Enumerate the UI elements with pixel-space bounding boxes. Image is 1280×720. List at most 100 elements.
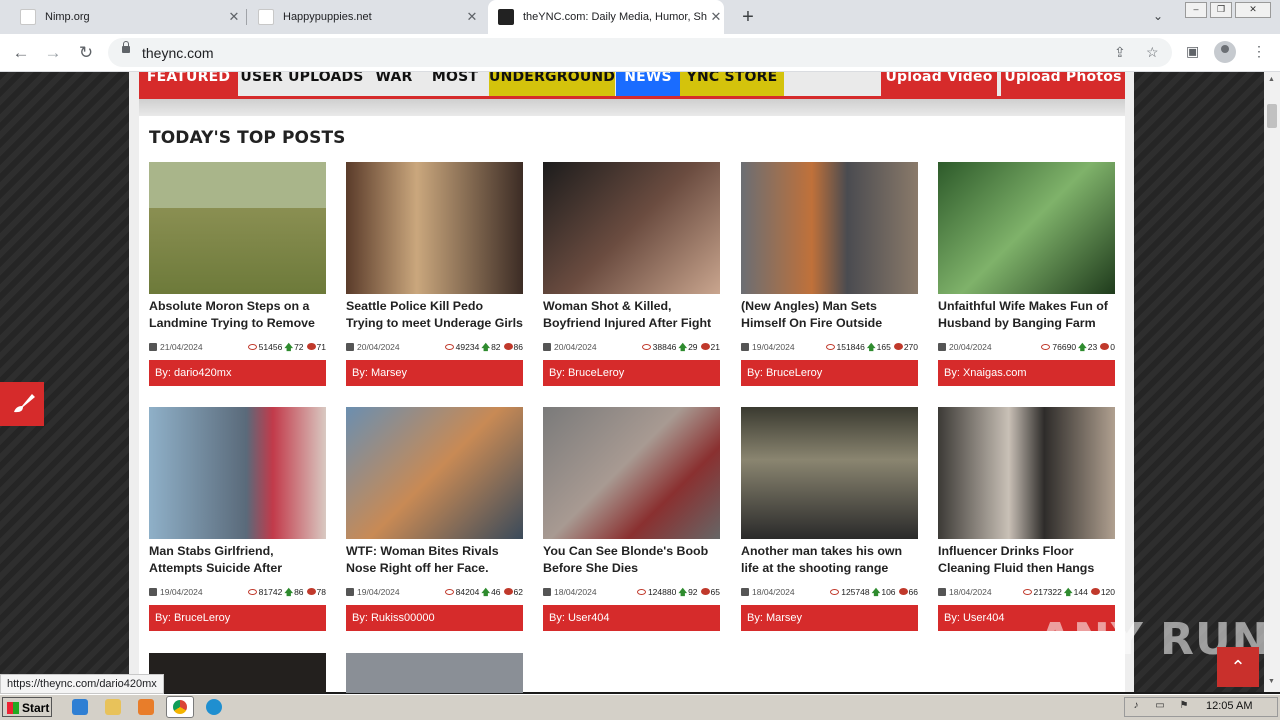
close-tab-icon[interactable]: ✕ bbox=[464, 9, 480, 25]
close-tab-icon[interactable]: ✕ bbox=[226, 9, 242, 25]
post-author[interactable]: dario420mx bbox=[174, 367, 231, 379]
nav-war[interactable]: WAR bbox=[366, 72, 422, 96]
post-thumbnail[interactable] bbox=[149, 162, 326, 294]
post-title[interactable]: Unfaithful Wife Makes Fun of Husband by … bbox=[938, 298, 1115, 334]
post-title[interactable]: You Can See Blonde's Boob Before She Die… bbox=[543, 543, 720, 579]
post-author[interactable]: User404 bbox=[963, 612, 1005, 624]
minimize-icon[interactable]: ‒ bbox=[1185, 2, 1207, 18]
post-author-bar[interactable]: By: BruceLeroy bbox=[741, 360, 918, 386]
nav-most[interactable]: MOST bbox=[422, 72, 488, 96]
network-icon[interactable]: ▭ bbox=[1154, 700, 1166, 712]
chrome-taskbar-button[interactable] bbox=[166, 696, 194, 718]
post-thumbnail[interactable] bbox=[543, 407, 720, 539]
upvote-arrow-icon[interactable]: 🡅 bbox=[1078, 342, 1087, 352]
post-thumbnail[interactable] bbox=[346, 162, 523, 294]
post-author[interactable]: Xnaigas.com bbox=[963, 367, 1027, 379]
tab-search-chevron-icon[interactable]: ⌄ bbox=[1153, 9, 1163, 23]
start-label: Start bbox=[22, 701, 50, 715]
post-title[interactable]: Absolute Moron Steps on a Landmine Tryin… bbox=[149, 298, 326, 334]
upvote-arrow-icon[interactable]: 🡅 bbox=[872, 587, 881, 597]
url-text[interactable]: theync.com bbox=[142, 45, 214, 61]
scrollbar-thumb[interactable] bbox=[1267, 104, 1277, 128]
post-author[interactable]: Marsey bbox=[766, 612, 802, 624]
post-thumbnail[interactable] bbox=[741, 407, 918, 539]
post-author-bar[interactable]: By: Marsey bbox=[346, 360, 523, 386]
upvote-arrow-icon[interactable]: 🡅 bbox=[481, 587, 490, 597]
upvote-arrow-icon[interactable]: 🡅 bbox=[481, 342, 490, 352]
post-author-bar[interactable]: By: Rukiss00000 bbox=[346, 605, 523, 631]
post-title[interactable]: (New Angles) Man Sets Himself On Fire Ou… bbox=[741, 298, 918, 334]
close-tab-icon[interactable]: ✕ bbox=[708, 9, 724, 25]
post-author[interactable]: Marsey bbox=[371, 367, 407, 379]
bookmark-star-icon[interactable]: ☆ bbox=[1146, 44, 1159, 61]
upvote-arrow-icon[interactable]: 🡅 bbox=[867, 342, 876, 352]
post-thumbnail[interactable] bbox=[938, 162, 1115, 294]
post-author[interactable]: User404 bbox=[568, 612, 610, 624]
post-thumbnail[interactable] bbox=[346, 653, 523, 693]
post-title[interactable]: Woman Shot & Killed, Boyfriend Injured A… bbox=[543, 298, 720, 334]
address-bar[interactable]: theync.com ⇪ ☆ bbox=[108, 38, 1172, 67]
post-author[interactable]: BruceLeroy bbox=[568, 367, 624, 379]
flag-icon[interactable]: ⚑ bbox=[1178, 700, 1190, 712]
nav-upload-video[interactable]: Upload Video bbox=[881, 72, 997, 96]
post-title[interactable]: Man Stabs Girlfriend, Attempts Suicide A… bbox=[149, 543, 326, 579]
upvote-arrow-icon[interactable]: 🡅 bbox=[284, 342, 293, 352]
nav-underground[interactable]: UNDERGROUND bbox=[489, 72, 615, 96]
upvote-arrow-icon[interactable]: 🡅 bbox=[678, 587, 687, 597]
back-to-top-button[interactable]: ⌃ bbox=[1217, 647, 1259, 687]
post-author-bar[interactable]: By: User404 bbox=[543, 605, 720, 631]
nav-featured[interactable]: FEATURED bbox=[139, 72, 238, 96]
paintbrush-button[interactable] bbox=[0, 382, 44, 426]
tab-nimp[interactable]: Nimp.org ✕ bbox=[12, 0, 242, 34]
restore-icon[interactable]: ❐ bbox=[1210, 2, 1232, 18]
back-arrow-icon[interactable]: ← bbox=[10, 42, 32, 64]
reload-icon[interactable]: ↻ bbox=[75, 42, 97, 64]
post-thumbnail[interactable] bbox=[543, 162, 720, 294]
media-player-icon[interactable] bbox=[138, 699, 154, 715]
post-title[interactable]: Seattle Police Kill Pedo Trying to meet … bbox=[346, 298, 523, 334]
forward-arrow-icon[interactable]: → bbox=[42, 42, 64, 64]
nav-user-uploads[interactable]: USER UPLOADS bbox=[238, 72, 366, 96]
tab-happypuppies[interactable]: Happypuppies.net ✕ bbox=[250, 0, 480, 34]
scroll-up-arrow-icon[interactable]: ▲ bbox=[1268, 76, 1275, 83]
post-title[interactable]: Influencer Drinks Floor Cleaning Fluid t… bbox=[938, 543, 1115, 579]
menu-kebab-icon[interactable]: ⋮ bbox=[1252, 43, 1266, 60]
nav-ync-store[interactable]: YNC STORE bbox=[680, 72, 784, 96]
new-tab-icon[interactable]: + bbox=[738, 6, 758, 28]
post-author-bar[interactable]: By: BruceLeroy bbox=[543, 360, 720, 386]
profile-avatar-icon[interactable] bbox=[1214, 41, 1236, 63]
close-window-icon[interactable]: ✕ bbox=[1235, 2, 1271, 18]
post-thumbnail[interactable] bbox=[149, 407, 326, 539]
post-author[interactable]: Rukiss00000 bbox=[371, 612, 435, 624]
post-thumbnail[interactable] bbox=[741, 162, 918, 294]
edge-icon[interactable] bbox=[206, 699, 222, 715]
top-posts-section: TODAY'S TOP POSTS Absolute Moron Steps o… bbox=[139, 116, 1125, 692]
upvote-arrow-icon[interactable]: 🡅 bbox=[1064, 587, 1073, 597]
scroll-down-arrow-icon[interactable]: ▼ bbox=[1268, 678, 1275, 685]
post-title[interactable]: Another man takes his own life at the sh… bbox=[741, 543, 918, 579]
post-author-bar[interactable]: By: Xnaigas.com bbox=[938, 360, 1115, 386]
post-author[interactable]: BruceLeroy bbox=[766, 367, 822, 379]
page-scrollbar[interactable]: ▲ ▼ bbox=[1264, 72, 1280, 692]
folder-icon[interactable] bbox=[105, 699, 121, 715]
lock-icon[interactable] bbox=[122, 41, 130, 53]
upvote-arrow-icon[interactable]: 🡅 bbox=[678, 342, 687, 352]
post-thumbnail[interactable] bbox=[346, 407, 523, 539]
start-button[interactable]: Start bbox=[2, 697, 52, 717]
volume-icon[interactable]: ♪ bbox=[1130, 700, 1142, 712]
post-author-bar[interactable]: By: dario420mx bbox=[149, 360, 326, 386]
post-author-bar[interactable]: By: BruceLeroy bbox=[149, 605, 326, 631]
tab-theync[interactable]: theYNC.com: Daily Media, Humor, Sh ✕ bbox=[488, 0, 724, 34]
post-thumbnail[interactable] bbox=[938, 407, 1115, 539]
ie-icon[interactable] bbox=[72, 699, 88, 715]
post-title[interactable]: WTF: Woman Bites Rivals Nose Right off h… bbox=[346, 543, 523, 579]
post-comments: 86 bbox=[513, 342, 523, 352]
side-panel-icon[interactable]: ▣ bbox=[1186, 43, 1199, 60]
upvote-arrow-icon[interactable]: 🡅 bbox=[284, 587, 293, 597]
nav-upload-photos[interactable]: Upload Photos bbox=[1001, 72, 1125, 96]
share-icon[interactable]: ⇪ bbox=[1114, 44, 1126, 61]
nav-news[interactable]: NEWS bbox=[616, 72, 680, 96]
post-thumbnail[interactable] bbox=[149, 653, 326, 693]
post-author-bar[interactable]: By: Marsey bbox=[741, 605, 918, 631]
post-author[interactable]: BruceLeroy bbox=[174, 612, 230, 624]
